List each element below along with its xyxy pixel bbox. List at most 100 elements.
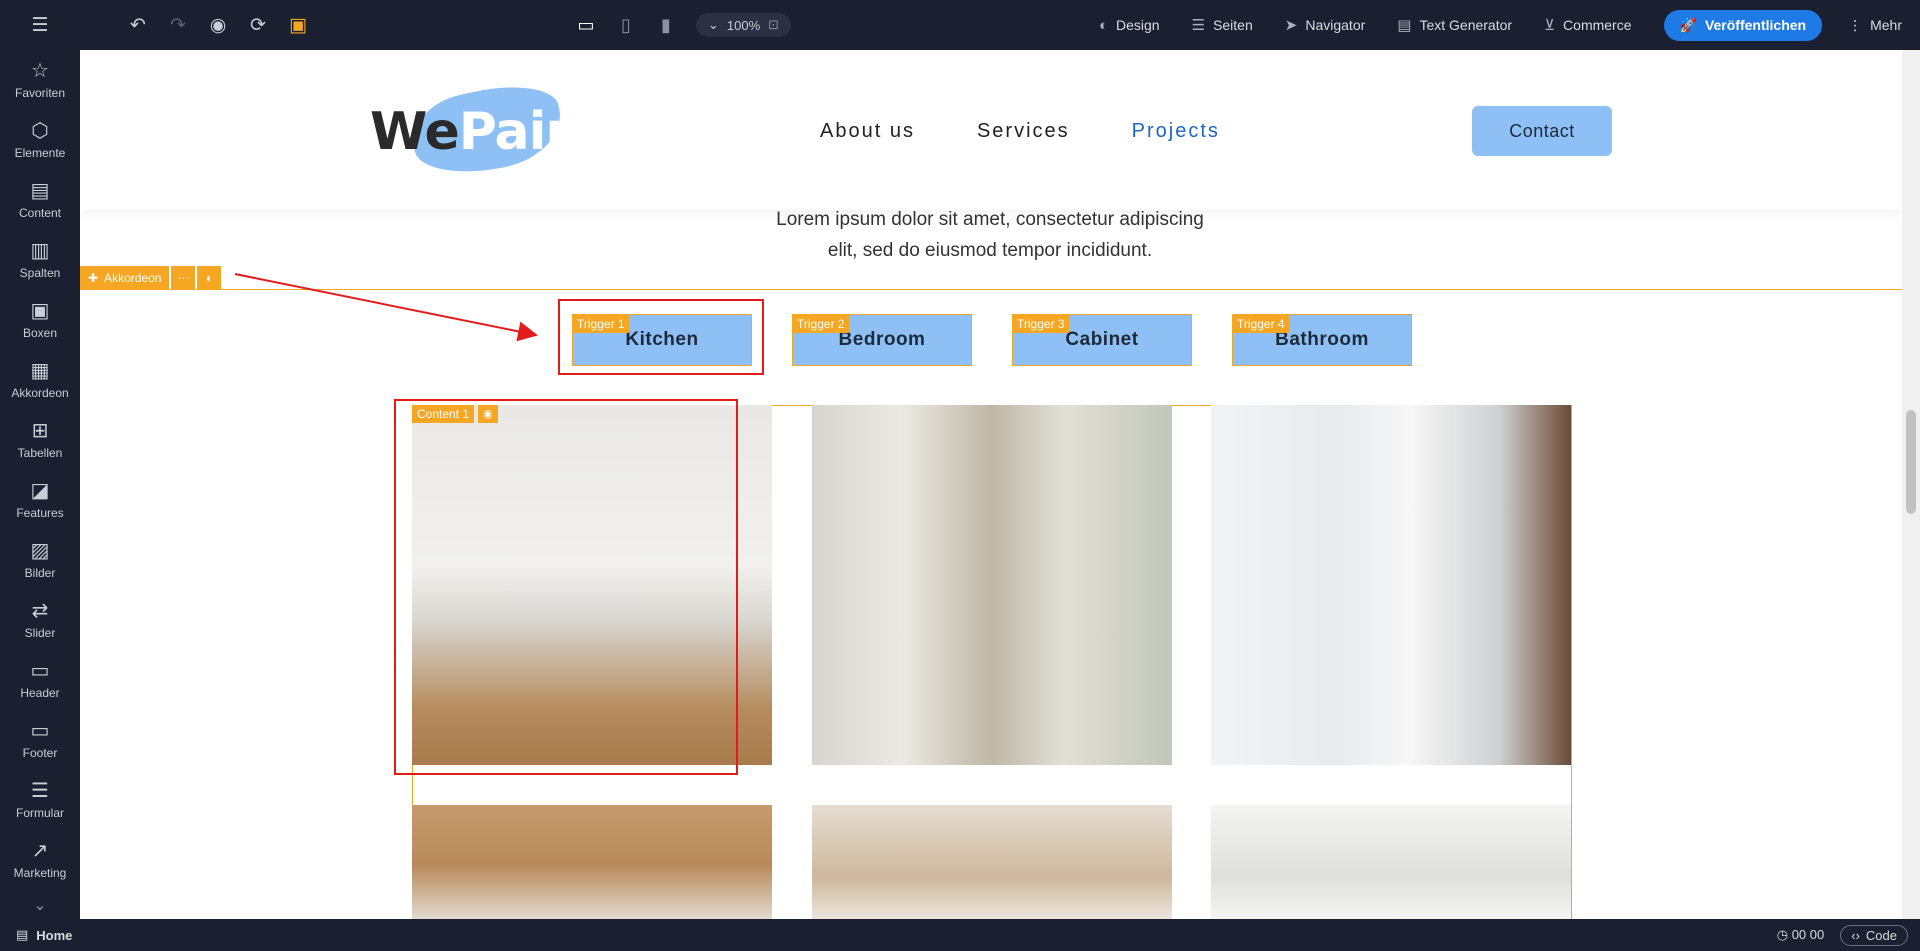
- zoom-level: 100%: [726, 17, 761, 33]
- sidebar-item-footer[interactable]: ▭ Footer: [0, 710, 80, 770]
- sidebar-item-boxen[interactable]: ▣ Boxen: [0, 290, 80, 350]
- image-icon: ▨: [30, 540, 50, 562]
- site-nav: About us Services Projects: [820, 120, 1220, 143]
- accordion-tag[interactable]: ✚ Akkordeon: [80, 266, 170, 289]
- wepaint-logo[interactable]: WePaint: [370, 75, 606, 185]
- current-page[interactable]: ▤ Home: [16, 927, 72, 943]
- current-page-label: Home: [36, 927, 73, 943]
- hamburger-menu-icon[interactable]: ☰: [20, 0, 60, 50]
- sidebar-item-spalten[interactable]: ▥ Spalten: [0, 230, 80, 290]
- scroll-thumb[interactable]: [1906, 410, 1916, 514]
- canvas-scrollbar[interactable]: [1902, 50, 1920, 919]
- timer-value: 00 00: [1791, 927, 1825, 942]
- white-room-photo[interactable]: [1211, 805, 1571, 919]
- commerce-label: Commerce: [1563, 17, 1632, 33]
- site-header: WePaint About us Services Projects Conta…: [80, 50, 1902, 210]
- contact-button[interactable]: Contact: [1472, 106, 1612, 156]
- sidebar-item-content[interactable]: ▤ Content: [0, 170, 80, 230]
- more-button[interactable]: ⋮ Mehr: [1848, 17, 1902, 34]
- sidebar-item-elemente[interactable]: ⬡ Elemente: [0, 110, 80, 170]
- sidebar-item-bilder[interactable]: ▨ Bilder: [0, 530, 80, 590]
- logo-paint: Paint: [458, 102, 607, 162]
- preview-eye-icon[interactable]: ◉: [198, 0, 238, 50]
- device-switcher: ▭ ▯ ▮ ⌄ 100% ⊡: [566, 0, 792, 50]
- commerce-button[interactable]: ⊻ Commerce: [1544, 16, 1631, 34]
- pages-label: Seiten: [1213, 17, 1253, 33]
- palette-icon[interactable]: ◐: [197, 266, 222, 289]
- trigger-label: Cabinet: [1065, 329, 1139, 350]
- undo-icon[interactable]: ↶: [118, 0, 158, 50]
- hallway-photo[interactable]: [812, 405, 1172, 765]
- desktop-view-icon[interactable]: ▭: [566, 0, 606, 50]
- text-generator-label: Text Generator: [1419, 17, 1513, 33]
- refresh-icon[interactable]: ⟳: [238, 0, 278, 50]
- nav-services[interactable]: Services: [977, 120, 1070, 143]
- save-icon[interactable]: ▣: [278, 0, 318, 50]
- sidebar-item-label: Favoriten: [14, 86, 66, 100]
- tablet-view-icon[interactable]: ▯: [606, 0, 646, 50]
- trigger-tag: Trigger 2: [793, 315, 849, 333]
- accordion-icon: ▦: [30, 360, 50, 382]
- columns-icon: ▥: [30, 240, 50, 262]
- more-options-icon[interactable]: ⋯: [171, 266, 196, 289]
- header-icon: ▭: [30, 660, 50, 682]
- sidebar-item-tabellen[interactable]: ⊞ Tabellen: [0, 410, 80, 470]
- design-button[interactable]: ◐ Design: [1099, 17, 1160, 34]
- more-label: Mehr: [1870, 17, 1902, 33]
- sidebar-item-label: Elemente: [14, 146, 66, 160]
- page-canvas: WePaint About us Services Projects Conta…: [80, 50, 1902, 919]
- accordion-toolbar: ✚ Akkordeon ⋯ ◐: [80, 266, 222, 289]
- footer-icon: ▭: [30, 720, 50, 742]
- sidebar-item-favoriten[interactable]: ☆ Favoriten: [0, 50, 80, 110]
- logo-we: We: [370, 102, 460, 162]
- design-label: Design: [1116, 17, 1160, 33]
- chart-icon: ↗: [31, 840, 49, 862]
- box-icon: ▣: [30, 300, 50, 322]
- editor-topbar: ☰ ↶ ↷ ◉ ⟳ ▣ ▭ ▯ ▮ ⌄ 100% ⊡ ◐ Design ☰ Se…: [0, 0, 1920, 50]
- document-icon: ▤: [30, 180, 50, 202]
- document-icon: ▤: [1397, 17, 1412, 34]
- trigger-bedroom[interactable]: Trigger 2 Bedroom: [792, 314, 972, 366]
- redo-icon[interactable]: ↷: [158, 0, 198, 50]
- sidebar-item-label: Header: [20, 686, 60, 700]
- mobile-view-icon[interactable]: ▮: [646, 0, 686, 50]
- features-icon: ◪: [30, 480, 50, 502]
- code-button[interactable]: ‹› Code: [1840, 924, 1908, 946]
- code-icon: ‹›: [1851, 927, 1860, 943]
- bathroom-photo[interactable]: [1211, 405, 1571, 765]
- sidebar-item-label: Slider: [24, 626, 56, 640]
- publish-button[interactable]: 🚀 Veröffentlichen: [1663, 9, 1823, 41]
- sidebar-item-header[interactable]: ▭ Header: [0, 650, 80, 710]
- page-icon: ▤: [16, 927, 29, 942]
- sidebar-item-marketing[interactable]: ↗ Marketing: [0, 830, 80, 890]
- sidebar-item-label: Boxen: [22, 326, 58, 340]
- timer: ◷ 00 00: [1777, 927, 1825, 943]
- chevron-down-icon[interactable]: ⌄: [0, 890, 80, 920]
- nav-about-us[interactable]: About us: [820, 120, 915, 143]
- text-generator-button[interactable]: ▤ Text Generator: [1397, 16, 1512, 34]
- sidebar-item-slider[interactable]: ⇄ Slider: [0, 590, 80, 650]
- annotation-content-box: [394, 399, 738, 775]
- slider-icon: ⇄: [31, 600, 49, 622]
- chevron-down-icon: ⌄: [708, 17, 719, 32]
- nav-projects[interactable]: Projects: [1132, 120, 1220, 143]
- code-label: Code: [1865, 927, 1897, 943]
- zoom-control[interactable]: ⌄ 100% ⊡: [696, 13, 792, 37]
- sidebar-item-label: Bilder: [24, 566, 56, 580]
- sidebar-item-akkordeon[interactable]: ▦ Akkordeon: [0, 350, 80, 410]
- sidebar-item-features[interactable]: ◪ Features: [0, 470, 80, 530]
- navigator-button[interactable]: ➤ Navigator: [1285, 16, 1366, 34]
- rocket-icon: 🚀: [1679, 16, 1697, 33]
- lock-icon[interactable]: ⊡: [768, 17, 779, 33]
- trigger-bathroom[interactable]: Trigger 4 Bathroom: [1232, 314, 1412, 366]
- roof-truss-photo[interactable]: [812, 805, 1172, 919]
- sidebar-item-label: Spalten: [19, 266, 61, 280]
- wood-beam-photo[interactable]: [412, 805, 772, 919]
- annotation-trigger-box: [558, 299, 764, 375]
- navigation-icon: ➤: [1284, 17, 1298, 34]
- trigger-label: Bedroom: [838, 329, 926, 350]
- trigger-cabinet[interactable]: Trigger 3 Cabinet: [1012, 314, 1192, 366]
- publish-label: Veröffentlichen: [1704, 17, 1807, 33]
- pages-button[interactable]: ☰ Seiten: [1192, 16, 1253, 34]
- sidebar-item-formular[interactable]: ☰ Formular: [0, 770, 80, 830]
